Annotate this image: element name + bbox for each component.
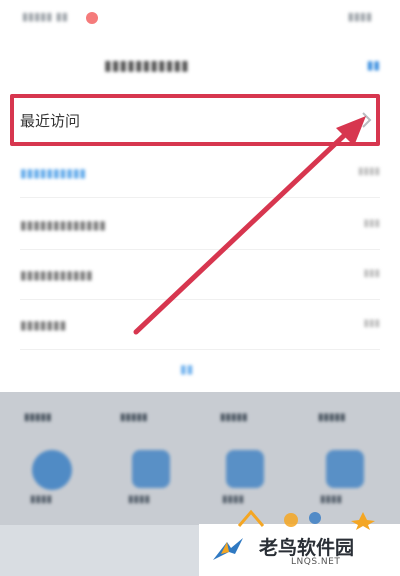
brand-en: LNQS.NET	[291, 557, 341, 567]
annotation-arrow	[133, 116, 366, 335]
brand-cn: 老鸟软件园	[259, 537, 355, 559]
watermark: 老鸟软件园 LNQS.NET	[199, 509, 400, 576]
app-page: ▮▮▮▮▮ ▮▮ ▮▮▮▮ ▮▮▮▮▮▮▮▮▮▮▮ ▮▮ 最近访问 ▮▮▮▮▮▮…	[0, 0, 400, 576]
sparkle-icon	[237, 509, 375, 530]
bird-logo-icon	[213, 538, 243, 560]
